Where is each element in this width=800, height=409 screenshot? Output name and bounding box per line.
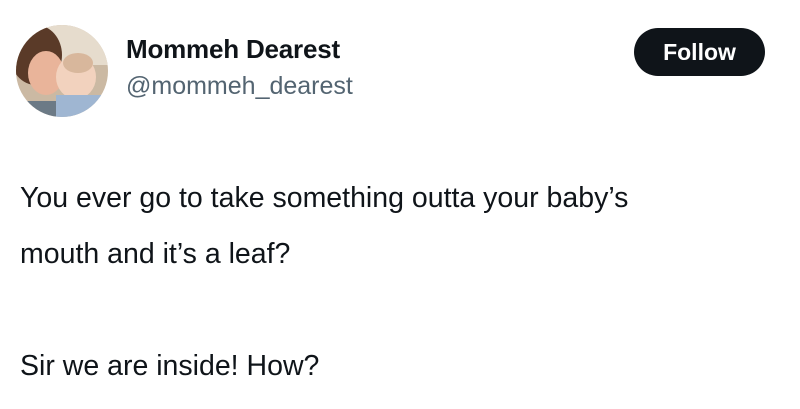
tweet-card: Mommeh Dearest @mommeh_dearest Follow Yo… xyxy=(0,0,800,409)
follow-button[interactable]: Follow xyxy=(634,28,765,76)
author-display-name[interactable]: Mommeh Dearest xyxy=(126,34,340,65)
tweet-text-line: mouth and it’s a leaf? xyxy=(20,238,291,270)
tweet-text-line: Sir we are inside! How? xyxy=(20,350,320,382)
author-avatar[interactable] xyxy=(16,25,108,117)
author-handle[interactable]: @mommeh_dearest xyxy=(126,72,353,101)
avatar-photo-icon xyxy=(16,25,108,117)
tweet-text: You ever go to take something outta your… xyxy=(20,170,790,394)
tweet-text-line: You ever go to take something outta your… xyxy=(20,182,629,214)
